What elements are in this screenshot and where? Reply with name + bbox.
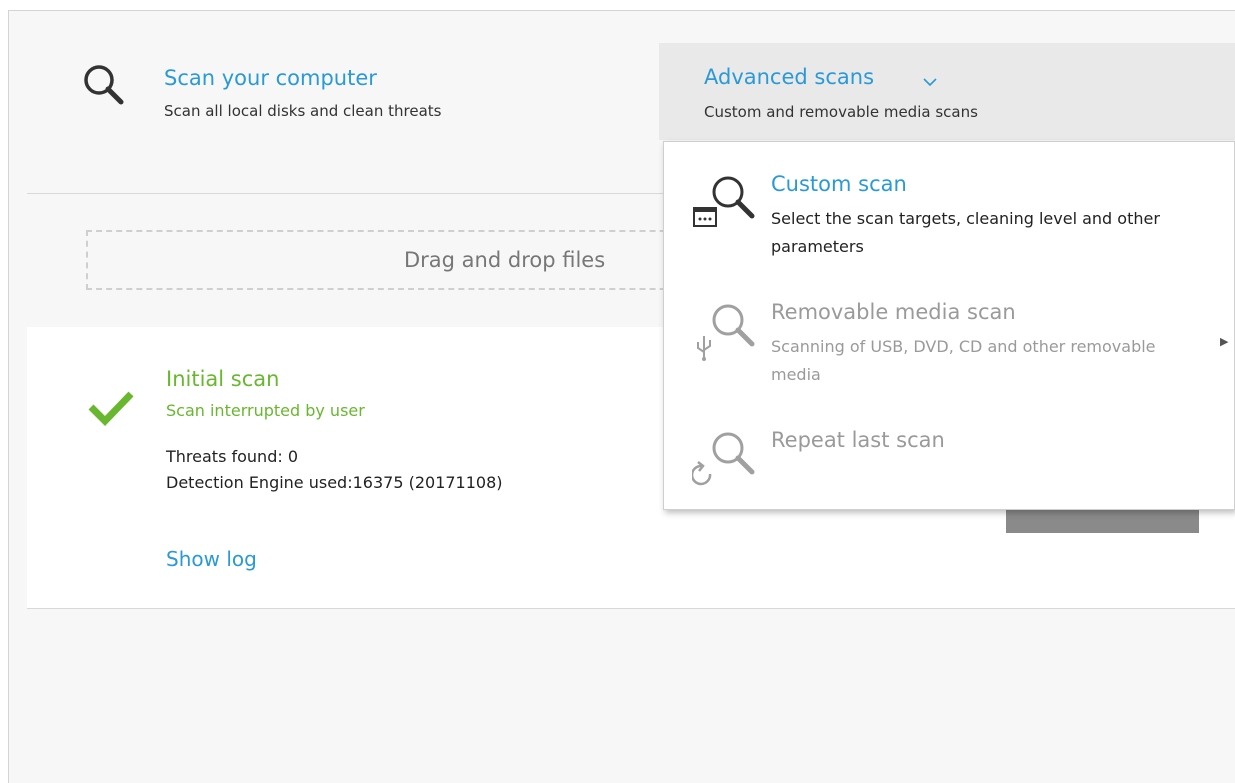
show-log-link[interactable]: Show log [166, 547, 257, 571]
menu-item-custom-scan[interactable]: Custom scan Select the scan targets, cle… [664, 142, 1235, 264]
advanced-scans-menu: Custom scan Select the scan targets, cle… [663, 141, 1235, 510]
advanced-scans-subtitle: Custom and removable media scans [704, 103, 978, 121]
drag-drop-label: Drag and drop files [404, 248, 606, 272]
scan-computer-subtitle: Scan all local disks and clean threats [164, 102, 442, 120]
custom-scan-title: Custom scan [771, 172, 907, 196]
scan-button-partial[interactable] [1006, 508, 1199, 533]
detection-engine: Detection Engine used:16375 (20171108) [166, 473, 503, 492]
custom-scan-desc: Select the scan targets, cleaning level … [771, 209, 1160, 256]
chevron-down-icon [923, 78, 937, 87]
repeat-scan-icon [692, 432, 755, 486]
scan-computer-title[interactable]: Scan your computer [164, 66, 377, 90]
repeat-last-scan-title: Repeat last scan [771, 428, 945, 452]
result-status: Scan interrupted by user [166, 401, 365, 420]
submenu-arrow-icon: ▶ [1220, 335, 1229, 348]
removable-media-scan-title: Removable media scan [771, 300, 1016, 324]
advanced-scans-button[interactable]: Advanced scans Custom and removable medi… [659, 43, 1235, 140]
search-icon [84, 65, 124, 105]
menu-item-repeat-last-scan[interactable]: Repeat last scan [664, 398, 1235, 506]
advanced-scans-title[interactable]: Advanced scans [704, 65, 874, 89]
removable-media-scan-desc: Scanning of USB, DVD, CD and other remov… [771, 337, 1156, 384]
custom-scan-icon [693, 176, 755, 227]
threats-found: Threats found: 0 [166, 447, 298, 466]
checkmark-icon [88, 391, 134, 426]
usb-scan-icon [697, 304, 755, 361]
result-title: Initial scan [166, 367, 280, 391]
drag-drop-zone[interactable]: Drag and drop files [86, 230, 726, 290]
menu-item-removable-media-scan[interactable]: Removable media scan Scanning of USB, DV… [664, 270, 1235, 392]
